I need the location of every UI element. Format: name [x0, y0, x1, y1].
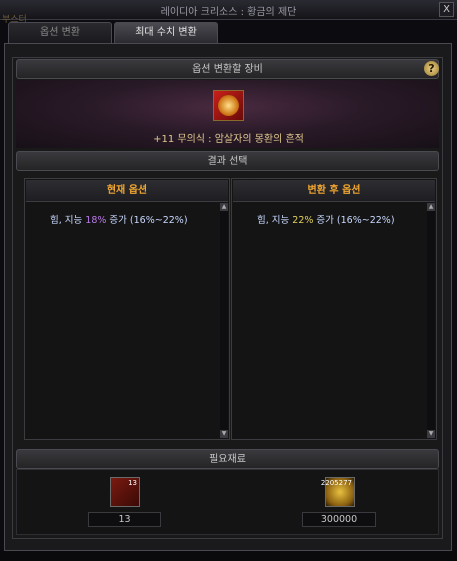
help-icon[interactable]: ? [424, 61, 439, 76]
close-button[interactable]: X [439, 2, 454, 17]
equipment-header: 옵션 변환할 장비 [16, 59, 439, 79]
after-option-prefix: 힘, 지능 [257, 215, 293, 226]
equipment-item-name: +11 무의식 : 암살자의 몽환의 흔적 [153, 134, 304, 145]
equipment-slot[interactable] [213, 90, 244, 121]
tab-max-value-convert[interactable]: 최대 수치 변환 [114, 22, 218, 43]
after-option-value: 22% [292, 215, 314, 226]
scroll-down-icon[interactable]: ▼ [220, 430, 228, 438]
after-option-suffix: 증가 (16%~22%) [313, 215, 395, 226]
window-title: 레이디아 크리소스 : 황금의 제단 [160, 7, 297, 18]
scroll-up-icon[interactable]: ▲ [427, 203, 435, 211]
after-option-line[interactable]: 힘, 지능 22% 증가 (16%~22%) [257, 212, 395, 226]
result-header: 결과 선택 [16, 151, 439, 171]
material-stone-stack: 13 [128, 479, 137, 487]
current-option-panel: 현재 옵션 힘, 지능 18% 증가 (16%~22%) ▲ ▼ [24, 178, 230, 440]
materials-header: 필요재료 [16, 449, 439, 469]
material-stone-slot[interactable]: 13 [110, 477, 140, 507]
current-option-header: 현재 옵션 [26, 180, 228, 202]
current-option-scrollbar[interactable]: ▲ ▼ [220, 203, 228, 438]
equipment-item-icon [218, 95, 239, 116]
scroll-up-icon[interactable]: ▲ [220, 203, 228, 211]
gold-coins-stack: 2205277 [320, 479, 352, 487]
material-stone-required: 13 [88, 512, 161, 527]
after-option-header: 변환 후 옵션 [233, 180, 435, 202]
current-option-prefix: 힘, 지능 [50, 215, 86, 226]
bottom-strip [0, 551, 457, 561]
window-title-bar: 부스터 레이디아 크리소스 : 황금의 제단 X [0, 0, 457, 25]
current-option-value: 18% [85, 215, 107, 226]
current-option-suffix: 증가 (16%~22%) [106, 215, 188, 226]
tab-option-convert[interactable]: 옵션 변환 [8, 22, 112, 43]
gold-coins-required: 300000 [302, 512, 376, 527]
scroll-down-icon[interactable]: ▼ [427, 430, 435, 438]
gold-coins-slot[interactable]: 2205277 [321, 477, 355, 507]
current-option-line[interactable]: 힘, 지능 18% 증가 (16%~22%) [50, 212, 188, 226]
after-option-scrollbar[interactable]: ▲ ▼ [427, 203, 435, 438]
after-option-panel: 변환 후 옵션 힘, 지능 22% 증가 (16%~22%) ▲ ▼ [231, 178, 437, 440]
